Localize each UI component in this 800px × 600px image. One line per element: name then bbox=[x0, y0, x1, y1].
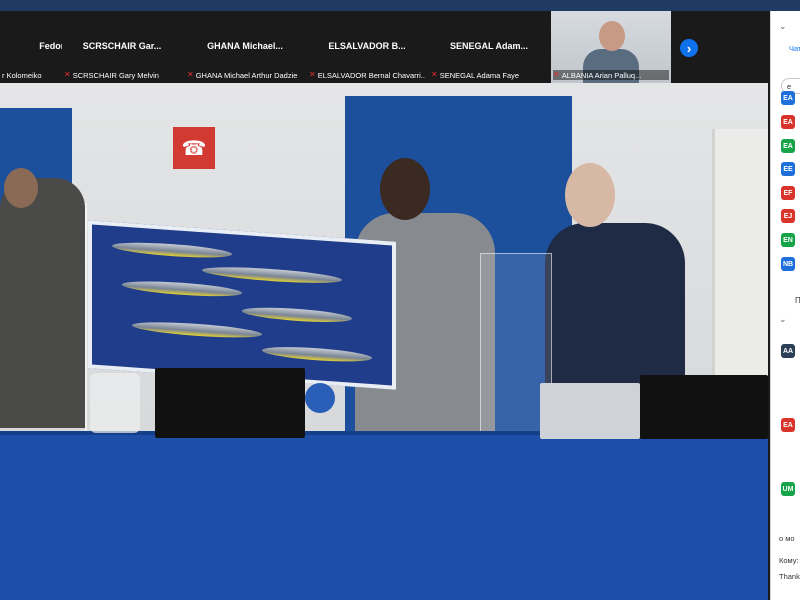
participant-label: ✕ ALBANIA Arian Palluq... bbox=[553, 70, 669, 80]
muted-mic-icon: ✕ bbox=[553, 70, 560, 79]
muted-mic-icon: ✕ bbox=[309, 70, 316, 79]
badge-text: EJ bbox=[783, 212, 793, 220]
participant-avatar-badge[interactable]: NB bbox=[781, 257, 795, 271]
participant-face bbox=[599, 21, 625, 51]
chat-avatar-badge: AA bbox=[781, 344, 795, 358]
participant-label: ✕ SENEGAL Adama Faye bbox=[431, 70, 547, 80]
next-page-button[interactable]: › bbox=[680, 39, 698, 57]
fish bbox=[262, 344, 372, 365]
participant-avatar-badge[interactable]: EA bbox=[781, 139, 795, 153]
badge-text: EE bbox=[783, 165, 793, 173]
participant-label-text: SCRSCHAIR Gary Melvin bbox=[72, 70, 159, 80]
chat-footer-line: о мо bbox=[779, 534, 795, 543]
participant-name: SCRSCHAIR Gar... bbox=[82, 41, 162, 51]
participant-label-text: ALBANIA Arian Palluq... bbox=[561, 70, 642, 80]
participant-label: ✕ GHANA Michael Arthur Dadzie bbox=[187, 70, 303, 80]
participant-tile[interactable]: SCRSCHAIR Gar... ✕ SCRSCHAIR Gary Melvin bbox=[62, 11, 182, 83]
participant-label: ✕ SCRSCHAIR Gary Melvin bbox=[64, 70, 180, 80]
muted-mic-icon: ✕ bbox=[431, 70, 438, 79]
chevron-down-icon[interactable]: ⌄ bbox=[779, 314, 787, 325]
person-left bbox=[0, 178, 85, 428]
chat-recipient-label[interactable]: Кому: bbox=[779, 556, 799, 565]
participant-label-text: GHANA Michael Arthur Dadzie bbox=[195, 70, 298, 80]
section-label: П bbox=[795, 296, 800, 305]
water-bottles bbox=[90, 373, 140, 433]
participant-label-text: SENEGAL Adama Faye bbox=[439, 70, 520, 80]
participant-label-text: r Kolomeiko bbox=[2, 70, 42, 80]
fish bbox=[122, 278, 242, 299]
badge-text: EA bbox=[783, 142, 793, 150]
glass-divider bbox=[85, 203, 87, 435]
chat-message-input[interactable]: Thanks bbox=[779, 572, 800, 581]
participant-tile[interactable]: ELSALVADOR B... ✕ ELSALVADOR Bernal Chav… bbox=[307, 11, 427, 83]
participant-tile[interactable]: GHANA Michael... ✕ GHANA Michael Arthur … bbox=[185, 11, 305, 83]
chevron-right-icon: › bbox=[686, 40, 692, 56]
badge-text: NB bbox=[782, 260, 794, 268]
muted-mic-icon: ✕ bbox=[64, 70, 71, 79]
badge-text: EA bbox=[783, 118, 793, 126]
participant-name: SENEGAL Adam... bbox=[449, 41, 529, 51]
chat-panel: ⌄ Чат e EA EA EA EE EF EJ EN NB П ⌄ AA E… bbox=[770, 11, 800, 600]
fish bbox=[132, 319, 262, 341]
fish bbox=[202, 264, 342, 286]
monitor bbox=[155, 368, 305, 438]
speaker bbox=[305, 383, 335, 413]
chat-avatar-badge: EA bbox=[781, 418, 795, 432]
chat-tab[interactable]: Чат bbox=[789, 44, 800, 53]
participant-avatar-badge[interactable]: EN bbox=[781, 233, 795, 247]
person-right-head bbox=[565, 163, 615, 227]
chat-avatar-badge: UM bbox=[781, 482, 795, 496]
monitor bbox=[640, 375, 768, 439]
tuna-poster bbox=[88, 220, 396, 390]
monitor bbox=[540, 383, 640, 439]
badge-text: EF bbox=[783, 189, 793, 197]
badge-text: EA bbox=[783, 94, 793, 102]
participant-video-tile[interactable]: ✕ ALBANIA Arian Palluq... bbox=[551, 11, 671, 83]
participant-avatar-badge[interactable]: EA bbox=[781, 91, 795, 105]
badge-text: EA bbox=[783, 421, 793, 429]
participant-avatar-badge[interactable]: EE bbox=[781, 162, 795, 176]
participant-tile[interactable]: SENEGAL Adam... ✕ SENEGAL Adama Faye bbox=[429, 11, 549, 83]
participant-avatar-badge[interactable]: EF bbox=[781, 186, 795, 200]
badge-text: EN bbox=[783, 236, 793, 244]
participant-name: GHANA Michael... bbox=[207, 41, 283, 51]
fish bbox=[112, 239, 232, 261]
participant-avatar-badge[interactable]: EJ bbox=[781, 209, 795, 223]
conference-table bbox=[0, 435, 768, 600]
participant-label: ✕ ELSALVADOR Bernal Chavarri... bbox=[309, 70, 425, 80]
person-center-head bbox=[380, 158, 430, 220]
person-left-head bbox=[4, 168, 38, 208]
main-video: ☎ bbox=[0, 83, 768, 600]
badge-text: UM bbox=[782, 485, 794, 493]
fish bbox=[242, 305, 352, 325]
badge-text: AA bbox=[782, 347, 794, 355]
muted-mic-icon: ✕ bbox=[187, 70, 194, 79]
chevron-down-icon[interactable]: ⌄ bbox=[779, 21, 787, 32]
fire-extinguisher-sign: ☎ bbox=[173, 127, 215, 169]
participant-avatar-badge[interactable]: EA bbox=[781, 115, 795, 129]
window-top-bar bbox=[0, 0, 800, 11]
participant-name: ELSALVADOR B... bbox=[328, 41, 406, 51]
participant-label-text: ELSALVADOR Bernal Chavarri... bbox=[317, 70, 425, 80]
